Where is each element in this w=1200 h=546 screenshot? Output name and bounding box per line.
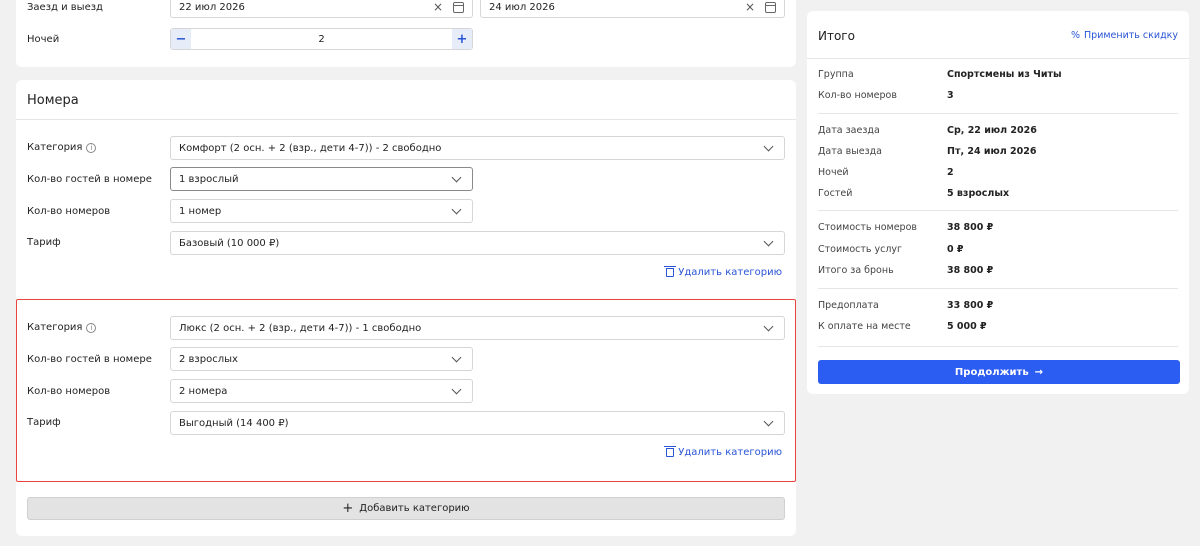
guests-select[interactable]: 1 взрослый [170,167,473,191]
summary-row-services-cost: Стоимость услуг 0 ₽ [818,244,964,255]
summary-row-rooms-cost: Стоимость номеров 38 800 ₽ [818,222,994,233]
summary-row-checkout: Дата выезда Пт, 24 июл 2026 [818,146,1037,157]
apply-discount-button[interactable]: % Применить скидку [1071,30,1178,41]
nights-value[interactable]: 2 [191,34,452,45]
clear-icon[interactable]: × [433,0,443,14]
chevron-down-icon [451,172,462,182]
rooms-count-label: Кол-во номеров [27,206,111,217]
category-select[interactable]: Комфорт (2 осн. + 2 (взр., дети 4-7)) - … [170,136,785,160]
add-category-button[interactable]: + Добавить категорию [27,497,785,520]
arrow-right-icon: → [1034,366,1044,378]
tariff-select[interactable]: Выгодный (14 400 ₽) [170,411,785,435]
rooms-divider [16,119,796,120]
chevron-down-icon [451,384,462,394]
trash-icon [664,446,677,457]
category-select[interactable]: Люкс (2 осн. + 2 (взр., дети 4-7)) - 1 с… [170,316,785,340]
summary-row-guests: Гостей 5 взрослых [818,188,1010,199]
tariff-label: Тариф [27,417,61,428]
tariff-label: Тариф [27,237,61,248]
summary-divider [818,113,1178,114]
summary-divider [818,288,1178,289]
plus-icon: + [342,501,354,516]
continue-button[interactable]: Продолжить → [818,360,1180,384]
checkin-field[interactable]: 22 июл 2026 × [170,0,473,18]
category-label: Категория i [27,322,97,333]
guests-label: Кол-во гостей в номере [27,174,152,185]
checkout-value: 24 июл 2026 [489,1,555,13]
calendar-icon[interactable] [765,1,776,13]
info-icon[interactable]: i [86,142,97,153]
guests-select[interactable]: 2 взрослых [170,347,473,371]
summary-divider [818,210,1178,211]
chevron-down-icon [763,236,774,246]
summary-row-checkin: Дата заезда Ср, 22 июл 2026 [818,125,1037,136]
minus-button[interactable]: − [171,29,191,49]
dates-card: Заезд и выезд 22 июл 2026 × 24 июл 2026 … [16,0,796,67]
info-icon[interactable]: i [86,322,97,333]
summary-row-rooms: Кол-во номеров 3 [818,90,954,101]
plus-button[interactable]: + [452,29,472,49]
clear-icon[interactable]: × [745,0,755,14]
guests-label: Кол-во гостей в номере [27,354,152,365]
summary-row-total: Итого за бронь 38 800 ₽ [818,265,994,276]
checkin-value: 22 июл 2026 [179,1,245,13]
summary-divider [807,58,1189,59]
summary-title: Итого [818,29,855,43]
chevron-down-icon [763,321,774,331]
summary-row-group: Группа Спортсмены из Читы [818,69,1062,80]
calendar-icon[interactable] [453,1,464,13]
rooms-title: Номера [27,93,79,108]
chevron-down-icon [451,352,462,362]
summary-card: Итого % Применить скидку Группа Спортсмен… [807,11,1189,394]
category-label: Категория i [27,142,97,153]
summary-row-pay-on-site: К оплате на месте 5 000 ₽ [818,321,987,332]
delete-category-button[interactable]: Удалить категорию [664,266,782,278]
checkout-field[interactable]: 24 июл 2026 × [480,0,785,18]
rooms-card: Номера Категория i Комфорт (2 осн. + 2 (… [16,80,796,536]
checkin-label: Заезд и выезд [27,2,103,13]
rooms-count-select[interactable]: 1 номер [170,199,473,223]
summary-divider [818,346,1178,347]
summary-row-prepayment: Предоплата 33 800 ₽ [818,300,994,311]
rooms-count-label: Кол-во номеров [27,386,111,397]
summary-row-nights: Ночей 2 [818,167,954,178]
delete-category-button[interactable]: Удалить категорию [664,446,782,458]
nights-label: Ночей [27,34,60,45]
chevron-down-icon [763,416,774,426]
percent-icon: % [1071,30,1081,41]
nights-stepper: − 2 + [170,28,473,50]
trash-icon [664,266,677,277]
chevron-down-icon [451,204,462,214]
chevron-down-icon [763,141,774,151]
rooms-count-select[interactable]: 2 номера [170,379,473,403]
tariff-select[interactable]: Базовый (10 000 ₽) [170,231,785,255]
